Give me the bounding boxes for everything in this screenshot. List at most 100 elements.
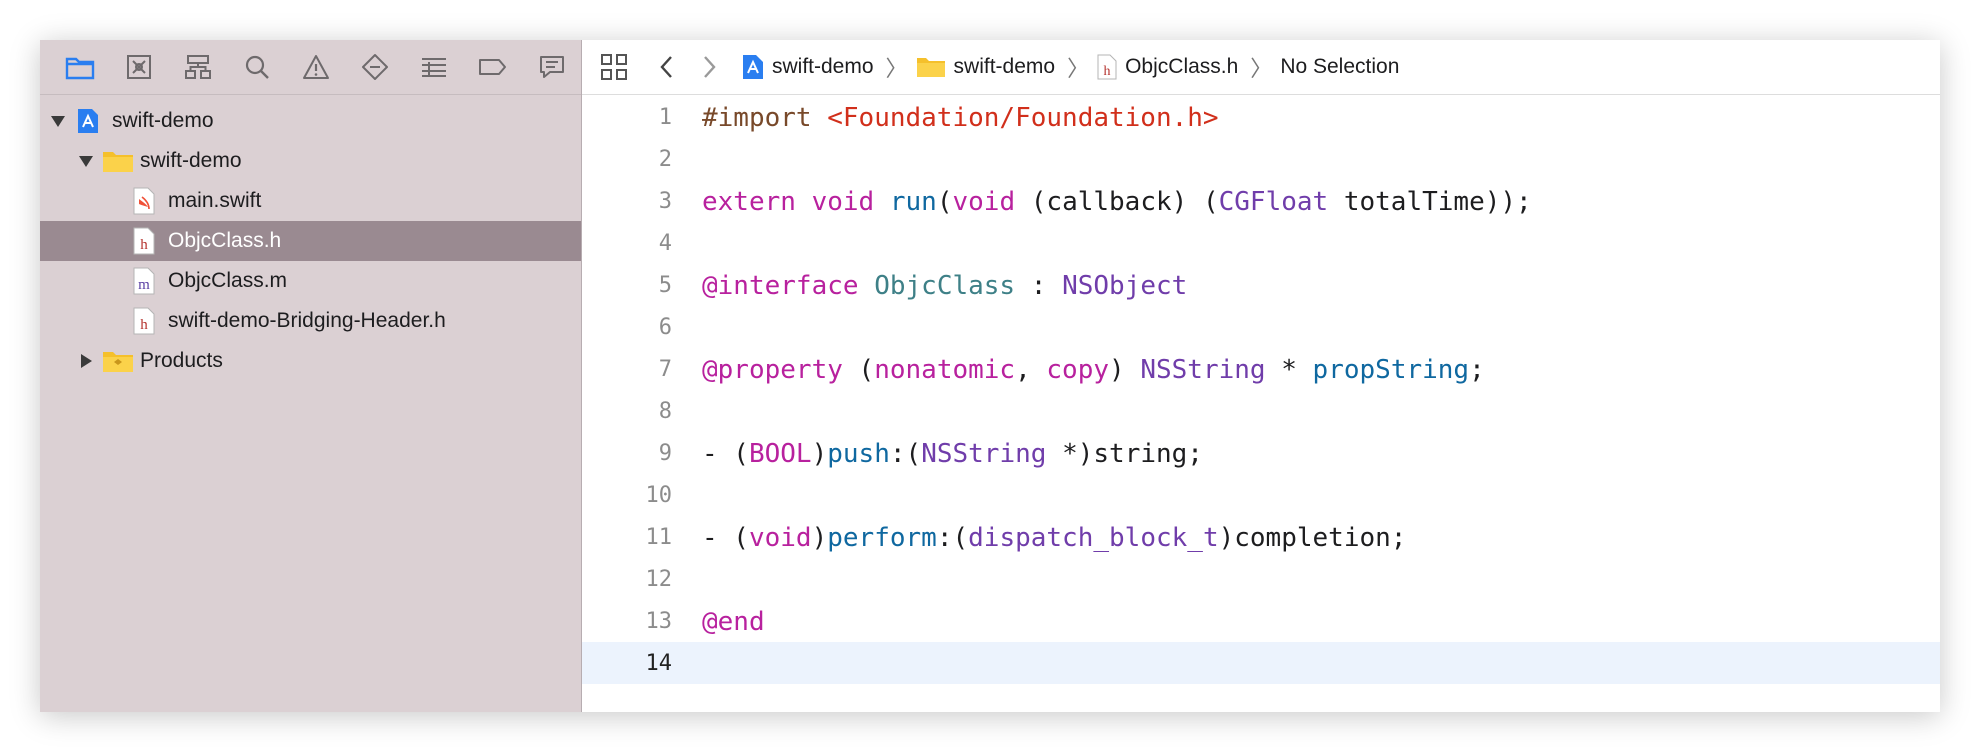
breadcrumb-label: ObjcClass.h bbox=[1125, 55, 1239, 78]
breadcrumb-separator-icon: 〉 bbox=[1250, 56, 1273, 81]
code-area[interactable]: 1 #import <Foundation/Foundation.h> 2 3 exte… bbox=[582, 96, 1940, 684]
code-token: - ( bbox=[702, 523, 749, 553]
related-items-grid-icon[interactable] bbox=[592, 40, 636, 95]
folder-icon[interactable] bbox=[50, 40, 109, 95]
breadcrumb-folder[interactable]: swift-demo bbox=[916, 55, 1055, 79]
project-icon bbox=[76, 107, 100, 135]
code-token: :( bbox=[889, 439, 922, 469]
code-token: , bbox=[1015, 355, 1047, 385]
code-token: NSObject bbox=[1062, 271, 1188, 301]
line-number: 8 bbox=[658, 399, 672, 424]
tree-item-file[interactable]: h swift-demo-Bridging-Header.h bbox=[40, 301, 581, 341]
project-navigator: swift-demo swift-demo main.swift h ObjcC… bbox=[40, 40, 582, 712]
tree-item-file[interactable]: main.swift bbox=[40, 181, 581, 221]
tree-item-folder[interactable]: Products bbox=[40, 341, 581, 381]
header-file-icon: h bbox=[133, 227, 155, 255]
disclosure-expanded-icon[interactable] bbox=[48, 111, 68, 131]
svg-text:h: h bbox=[140, 237, 148, 253]
code-token: NSString bbox=[1140, 355, 1266, 385]
code-line[interactable]: 1 #import <Foundation/Foundation.h> bbox=[582, 96, 1940, 138]
breadcrumb-project[interactable]: swift-demo bbox=[742, 54, 874, 80]
code-token: void bbox=[748, 523, 812, 553]
symbol-hierarchy-icon[interactable] bbox=[168, 40, 227, 95]
swift-file-icon bbox=[133, 187, 155, 215]
report-icon[interactable] bbox=[522, 40, 581, 95]
tree-item-label: ObjcClass.h bbox=[168, 229, 282, 252]
code-line[interactable]: 4 bbox=[582, 222, 1940, 264]
folder-icon bbox=[102, 349, 134, 373]
code-text: @end bbox=[702, 607, 765, 637]
line-number: 10 bbox=[645, 483, 673, 508]
line-number: 2 bbox=[658, 147, 672, 172]
breadcrumb-file[interactable]: h ObjcClass.h bbox=[1097, 54, 1238, 80]
debug-list-icon[interactable] bbox=[404, 40, 463, 95]
line-number: 6 bbox=[658, 315, 672, 340]
tree-item-file-selected[interactable]: h ObjcClass.h bbox=[40, 221, 581, 261]
code-token: void bbox=[811, 187, 875, 217]
disclosure-collapsed-icon[interactable] bbox=[76, 351, 96, 371]
jump-bar: swift-demo 〉 swift-demo 〉 h ObjcClass.h … bbox=[582, 40, 1940, 95]
implementation-file-icon: m bbox=[133, 267, 155, 295]
code-text: @property (nonatomic, copy) NSString * p… bbox=[702, 355, 1485, 385]
line-number: 7 bbox=[658, 357, 672, 382]
back-chevron-icon[interactable] bbox=[644, 40, 688, 95]
code-token: <Foundation/Foundation.h> bbox=[827, 103, 1219, 133]
breadcrumb-separator-icon: 〉 bbox=[1067, 56, 1090, 81]
line-number: 4 bbox=[658, 231, 672, 256]
code-line[interactable]: 11 - (void)perform:(dispatch_block_t)comp… bbox=[582, 516, 1940, 558]
code-line[interactable]: 2 bbox=[582, 138, 1940, 180]
code-line[interactable]: 3 extern void run(void (callback) (CGFloa… bbox=[582, 180, 1940, 222]
line-number: 13 bbox=[645, 609, 673, 634]
source-editor: swift-demo 〉 swift-demo 〉 h ObjcClass.h … bbox=[582, 40, 1940, 712]
code-token: propString bbox=[1312, 355, 1470, 385]
breadcrumb-separator-icon: 〉 bbox=[885, 56, 908, 81]
breakpoint-icon[interactable] bbox=[463, 40, 522, 95]
code-line[interactable]: 8 bbox=[582, 390, 1940, 432]
code-token: totalTime)); bbox=[1328, 187, 1532, 217]
code-token: : bbox=[1015, 271, 1063, 301]
warning-icon[interactable] bbox=[286, 40, 345, 95]
code-line[interactable]: 7 @property (nonatomic, copy) NSString * … bbox=[582, 348, 1940, 390]
code-text: - (BOOL)push:(NSString *)string; bbox=[702, 439, 1203, 469]
source-control-icon[interactable] bbox=[109, 40, 168, 95]
code-token: run bbox=[889, 187, 937, 217]
breadcrumb-symbol[interactable]: No Selection bbox=[1280, 55, 1399, 79]
line-number: 9 bbox=[658, 441, 672, 466]
code-line[interactable]: 13 @end bbox=[582, 600, 1940, 642]
tree-item-label: swift-demo-Bridging-Header.h bbox=[168, 309, 446, 332]
code-token: @end bbox=[702, 607, 765, 637]
disclosure-expanded-icon[interactable] bbox=[76, 151, 96, 171]
line-number: 5 bbox=[658, 273, 672, 298]
breadcrumb-label: No Selection bbox=[1280, 55, 1400, 78]
test-diamond-icon[interactable] bbox=[345, 40, 404, 95]
project-icon bbox=[742, 54, 764, 80]
code-token: nonatomic bbox=[874, 355, 1016, 385]
code-token: ObjcClass bbox=[874, 271, 1016, 301]
svg-text:h: h bbox=[1104, 64, 1111, 79]
code-text: - (void)perform:(dispatch_block_t)comple… bbox=[702, 523, 1406, 553]
code-token: @interface bbox=[702, 271, 859, 301]
code-line[interactable]: 10 bbox=[582, 474, 1940, 516]
code-token: :( bbox=[936, 523, 969, 553]
code-line[interactable]: 5 @interface ObjcClass : NSObject bbox=[582, 264, 1940, 306]
file-tree: swift-demo swift-demo main.swift h ObjcC… bbox=[40, 95, 581, 381]
search-icon[interactable] bbox=[227, 40, 286, 95]
code-line[interactable]: 9 - (BOOL)push:(NSString *)string; bbox=[582, 432, 1940, 474]
code-token: BOOL bbox=[748, 439, 812, 469]
tree-item-project[interactable]: swift-demo bbox=[40, 101, 581, 141]
svg-text:m: m bbox=[138, 277, 150, 293]
code-token: ) bbox=[811, 439, 828, 469]
tree-item-label: main.swift bbox=[168, 189, 262, 212]
code-line[interactable]: 12 bbox=[582, 558, 1940, 600]
code-token: copy bbox=[1046, 355, 1110, 385]
code-token: extern bbox=[702, 187, 796, 217]
tree-item-file[interactable]: m ObjcClass.m bbox=[40, 261, 581, 301]
tree-item-folder[interactable]: swift-demo bbox=[40, 141, 581, 181]
line-number: 14 bbox=[645, 651, 673, 676]
code-line[interactable]: 14 bbox=[582, 642, 1940, 684]
code-line[interactable]: 6 bbox=[582, 306, 1940, 348]
navigator-tab-bar bbox=[40, 40, 581, 95]
breadcrumb-label: swift-demo bbox=[772, 55, 874, 78]
forward-chevron-icon[interactable] bbox=[688, 40, 732, 95]
